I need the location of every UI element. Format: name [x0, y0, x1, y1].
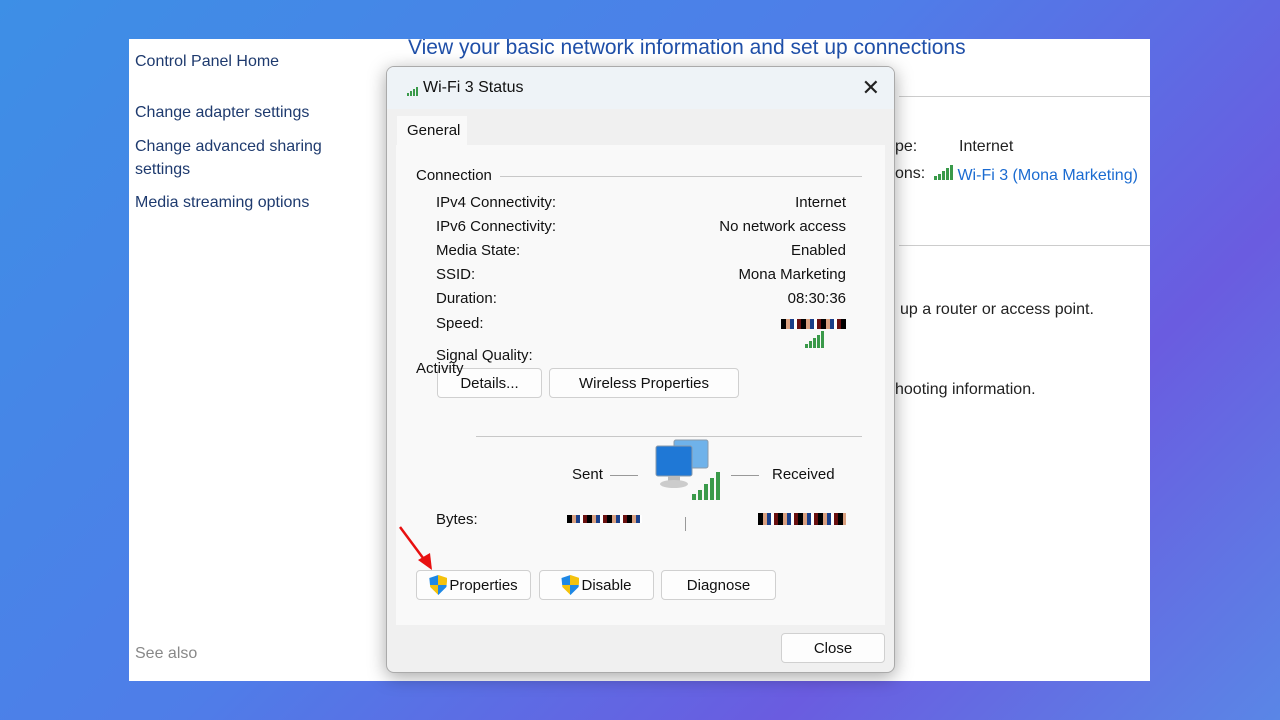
media-state-label: Media State: — [436, 242, 521, 259]
close-button[interactable]: Close — [781, 633, 885, 663]
properties-label: Properties — [449, 576, 518, 594]
sidebar-item-change-advanced-sharing[interactable]: Change advanced sharing settings — [135, 135, 345, 181]
dialog-titlebar[interactable]: Wi-Fi 3 Status ✕ — [387, 67, 894, 109]
media-state-value: Enabled — [790, 242, 846, 259]
divider — [731, 475, 759, 476]
bytes-sent-redacted — [567, 515, 642, 523]
shield-icon — [561, 575, 580, 595]
general-tab-page: Connection IPv4 Connectivity: Internet I… — [396, 145, 885, 625]
connection-link[interactable]: Wi-Fi 3 (Mona Marketing) — [957, 167, 1137, 184]
sent-label: Sent — [572, 466, 603, 483]
wifi-signal-icon — [407, 87, 418, 96]
shield-icon — [429, 575, 448, 595]
sidebar-item-change-adapter-settings[interactable]: Change adapter settings — [135, 101, 309, 124]
divider — [610, 475, 638, 476]
divider — [899, 96, 1150, 97]
divider — [899, 245, 1150, 246]
access-type-value: Internet — [959, 138, 1014, 155]
activity-heading: Activity — [416, 360, 464, 377]
ipv4-label: IPv4 Connectivity: — [436, 194, 557, 211]
speed-value-redacted — [781, 319, 846, 329]
page-title: View your basic network information and … — [408, 39, 966, 59]
sidebar-item-control-panel-home[interactable]: Control Panel Home — [135, 50, 279, 73]
ipv6-value: No network access — [719, 218, 846, 235]
ipv6-label: IPv6 Connectivity: — [436, 218, 557, 235]
wifi-signal-icon — [934, 165, 953, 180]
duration-value: 08:30:36 — [787, 290, 846, 307]
speed-label: Speed: — [436, 315, 484, 332]
diagnose-button[interactable]: Diagnose — [661, 570, 776, 600]
disable-label: Disable — [581, 576, 632, 594]
connections-label: ons: — [895, 165, 926, 182]
network-computers-icon — [655, 439, 720, 500]
disable-button[interactable]: Disable — [539, 570, 654, 600]
access-type-label: pe: — [895, 138, 918, 155]
close-icon[interactable]: ✕ — [862, 75, 880, 101]
divider — [685, 517, 686, 531]
see-also-heading: See also — [135, 645, 198, 662]
divider — [500, 176, 862, 177]
received-label: Received — [772, 466, 835, 483]
ipv4-value: Internet — [795, 194, 846, 211]
tab-general[interactable]: General — [397, 116, 467, 146]
dialog-title: Wi-Fi 3 Status — [423, 79, 524, 96]
troubleshoot-text: hooting information. — [895, 381, 1036, 398]
bytes-received-redacted — [758, 513, 846, 525]
divider — [476, 436, 862, 437]
ssid-label: SSID: — [436, 266, 476, 283]
duration-label: Duration: — [436, 290, 497, 307]
router-text: up a router or access point. — [900, 301, 1094, 318]
red-arrow-annotation — [398, 526, 432, 570]
properties-button[interactable]: Properties — [416, 570, 531, 600]
sidebar-item-media-streaming[interactable]: Media streaming options — [135, 191, 309, 214]
wifi-status-dialog: Wi-Fi 3 Status ✕ General Connection IPv4… — [386, 66, 895, 673]
ssid-value: Mona Marketing — [738, 266, 846, 283]
wireless-properties-button[interactable]: Wireless Properties — [549, 368, 739, 398]
connection-heading: Connection — [416, 167, 492, 184]
bytes-label: Bytes: — [436, 511, 478, 528]
signal-quality-icon — [805, 331, 824, 348]
